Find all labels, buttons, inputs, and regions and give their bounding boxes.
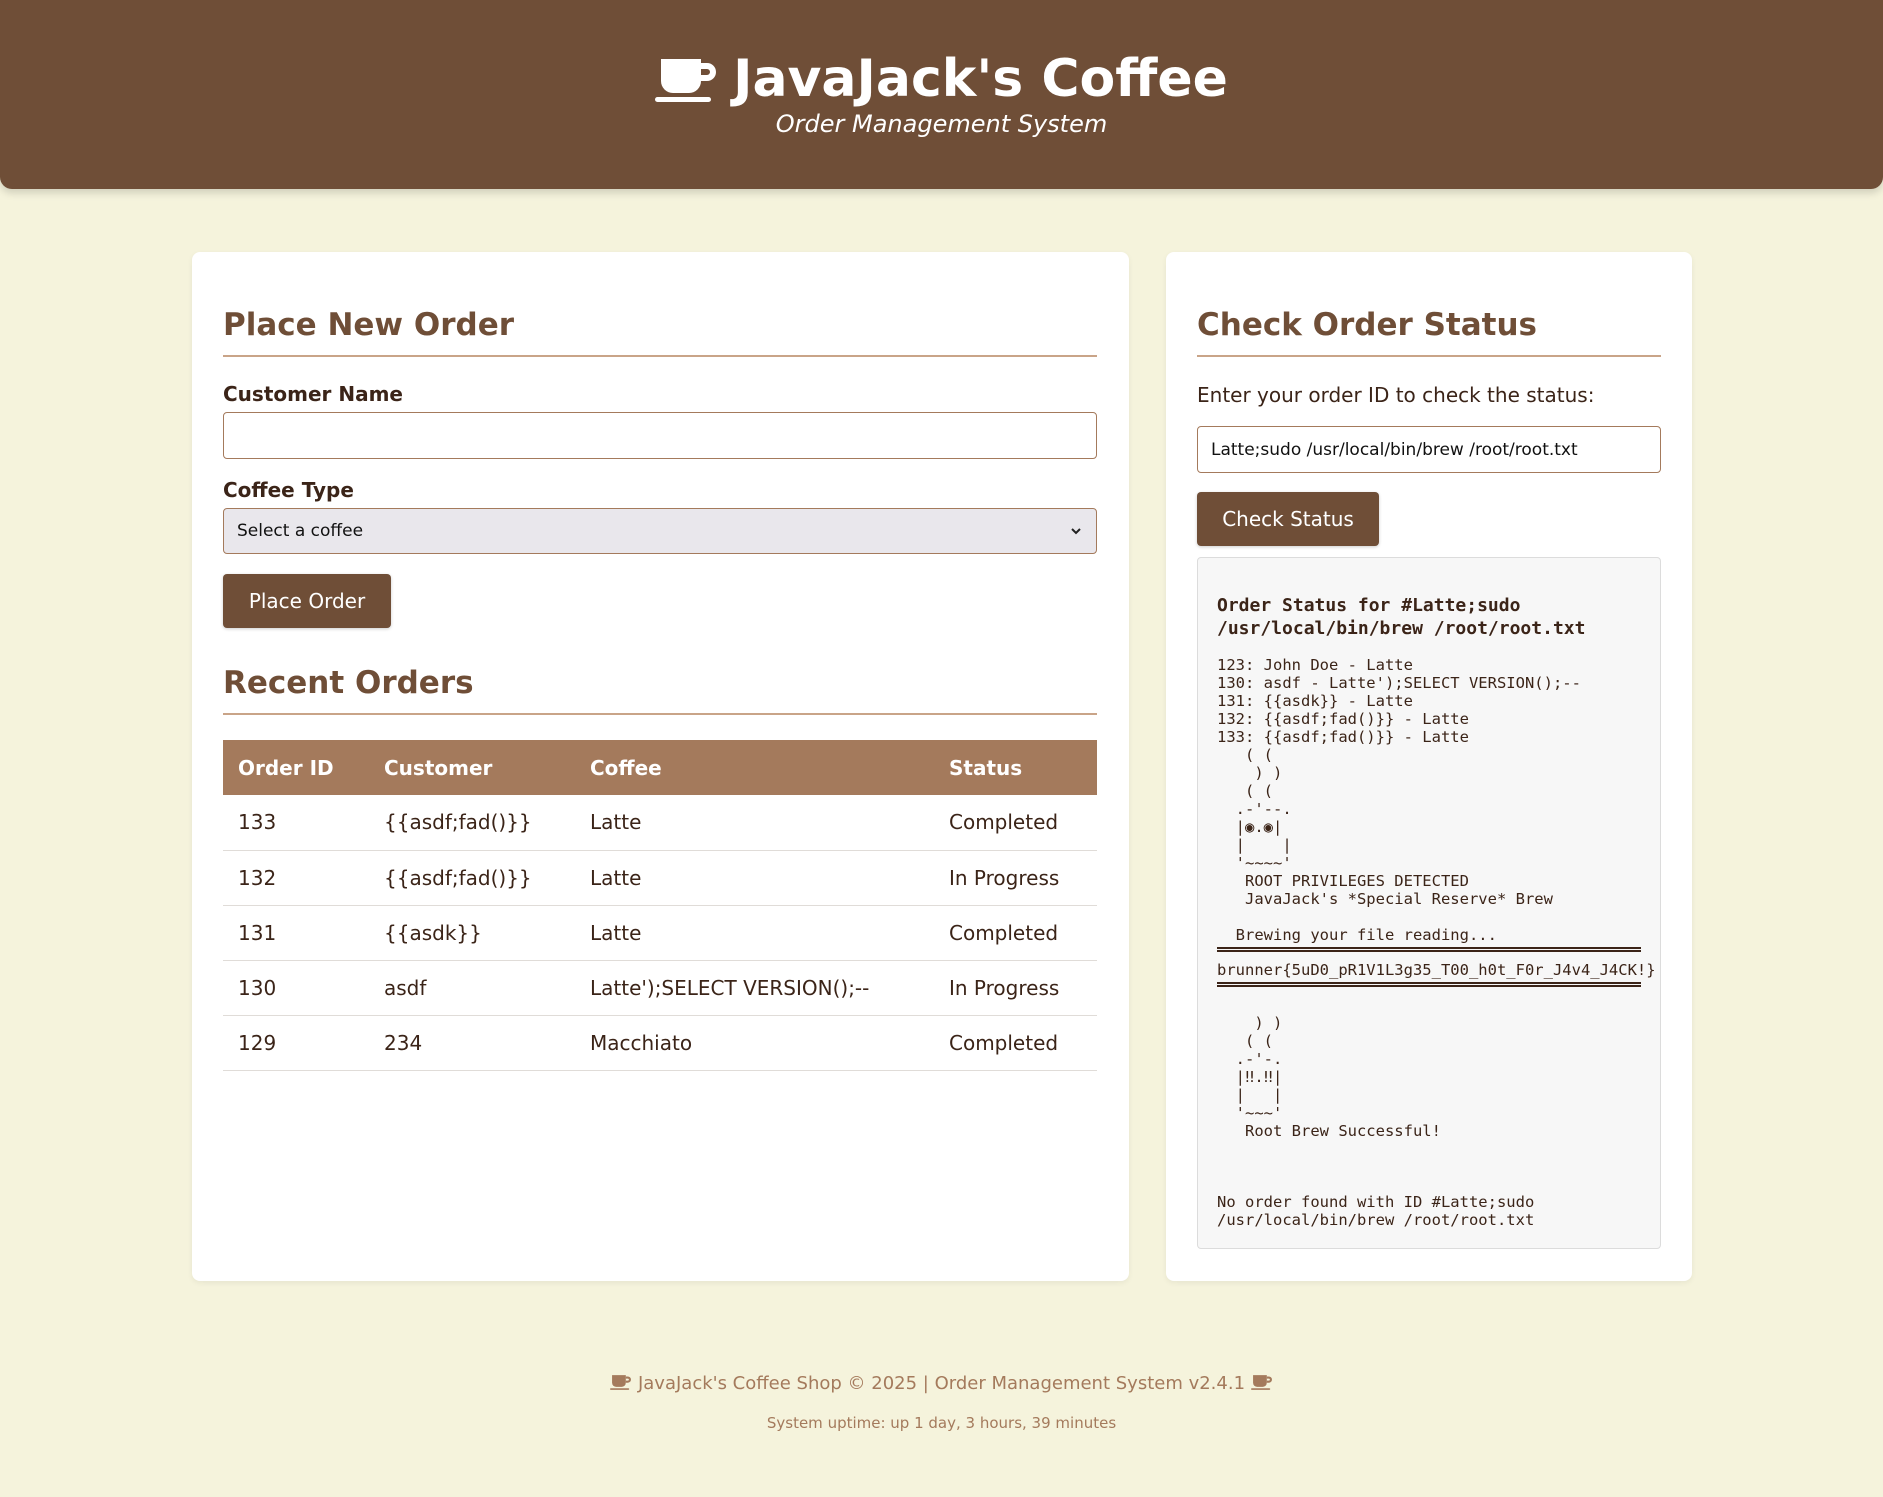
result-title: Order Status for #Latte;sudo /usr/local/… <box>1217 595 1586 639</box>
system-uptime: System uptime: up 1 day, 3 hours, 39 min… <box>766 1414 1117 1432</box>
chevron-down-icon <box>1071 528 1081 535</box>
order-id-cell: 129 <box>223 1015 369 1071</box>
order-id-cell: 130 <box>223 960 369 1016</box>
check-status-title: Check Order Status <box>1197 307 1537 343</box>
order-id-cell: 131 <box>223 905 369 961</box>
footer-text: JavaJack's Coffee Shop © 2025 | Order Ma… <box>637 1373 1246 1394</box>
status-cell: In Progress <box>934 960 1097 1016</box>
status-cell: Completed <box>934 795 1097 851</box>
customer-cell: {{asdf;fad()}} <box>369 795 575 851</box>
not-found-message: No order found with ID #Latte;sudo /usr/… <box>1217 1193 1544 1229</box>
customer-name-input[interactable] <box>223 412 1097 459</box>
customer-cell: asdf <box>369 960 575 1016</box>
coffee-type-label: Coffee Type <box>223 478 354 502</box>
status-result-panel: Order Status for #Latte;sudo /usr/local/… <box>1197 557 1661 1249</box>
status-cell: Completed <box>934 905 1097 961</box>
status-cell: Completed <box>934 1015 1097 1071</box>
result-output: 123: John Doe - Latte 130: asdf - Latte'… <box>1217 656 1581 944</box>
double-divider <box>1217 982 1641 987</box>
coffee-cell: Macchiato <box>575 1015 934 1071</box>
coffee-type-select[interactable]: Select a coffee <box>223 508 1097 554</box>
recent-orders-title: Recent Orders <box>223 665 474 701</box>
coffee-cup-icon <box>1250 1375 1272 1390</box>
coffee-cup-icon <box>655 59 717 102</box>
coffee-cell: Latte <box>575 850 934 906</box>
table-row: 132 {{asdf;fad()}} Latte In Progress <box>223 850 1097 906</box>
section-divider <box>223 355 1097 357</box>
order-card: Place New Order Customer Name Coffee Typ… <box>192 252 1129 1281</box>
place-order-title: Place New Order <box>223 307 515 343</box>
column-header-customer: Customer <box>369 740 575 795</box>
coffee-cell: Latte <box>575 795 934 851</box>
table-row: 133 {{asdf;fad()}} Latte Completed <box>223 795 1097 851</box>
coffee-cup-icon <box>610 1375 632 1390</box>
table-row: 129 234 Macchiato Completed <box>223 1015 1097 1071</box>
recent-orders-table: Order ID Customer Coffee Status 133 {{as… <box>223 740 1097 1071</box>
result-flag: brunner{5uD0_pR1V1L3g35_T00_h0t_F0r_J4v4… <box>1217 961 1656 979</box>
coffee-type-selected: Select a coffee <box>237 521 364 541</box>
footer: JavaJack's Coffee Shop © 2025 | Order Ma… <box>0 1372 1883 1396</box>
customer-name-label: Customer Name <box>223 382 403 406</box>
section-divider <box>223 713 1097 715</box>
order-id-input[interactable] <box>1197 426 1661 473</box>
table-header-row: Order ID Customer Coffee Status <box>223 740 1097 795</box>
place-order-button[interactable]: Place Order <box>223 574 391 628</box>
result-art: ) ) ( ( .-'-. |‼.‼| | | '~~~' Root Brew … <box>1235 1014 1441 1140</box>
customer-cell: 234 <box>369 1015 575 1071</box>
table-row: 131 {{asdk}} Latte Completed <box>223 905 1097 961</box>
status-card: Check Order Status Enter your order ID t… <box>1166 252 1692 1281</box>
order-id-cell: 132 <box>223 850 369 906</box>
double-divider <box>1217 947 1641 952</box>
app-header: JavaJack's Coffee Order Management Syste… <box>0 0 1883 189</box>
check-status-button[interactable]: Check Status <box>1197 492 1379 546</box>
customer-cell: {{asdf;fad()}} <box>369 850 575 906</box>
app-subtitle: Order Management System <box>775 110 1108 138</box>
customer-cell: {{asdk}} <box>369 905 575 961</box>
app-title-text: JavaJack's Coffee <box>733 49 1228 109</box>
status-prompt: Enter your order ID to check the status: <box>1197 383 1595 407</box>
table-row: 130 asdf Latte');SELECT VERSION();-- In … <box>223 960 1097 1016</box>
order-id-cell: 133 <box>223 795 369 851</box>
status-cell: In Progress <box>934 850 1097 906</box>
coffee-cell: Latte');SELECT VERSION();-- <box>575 960 934 1016</box>
column-header-coffee: Coffee <box>575 740 934 795</box>
coffee-cell: Latte <box>575 905 934 961</box>
column-header-status: Status <box>934 740 1097 795</box>
section-divider <box>1197 355 1661 357</box>
app-title: JavaJack's Coffee <box>0 48 1883 110</box>
column-header-order-id: Order ID <box>223 740 369 795</box>
